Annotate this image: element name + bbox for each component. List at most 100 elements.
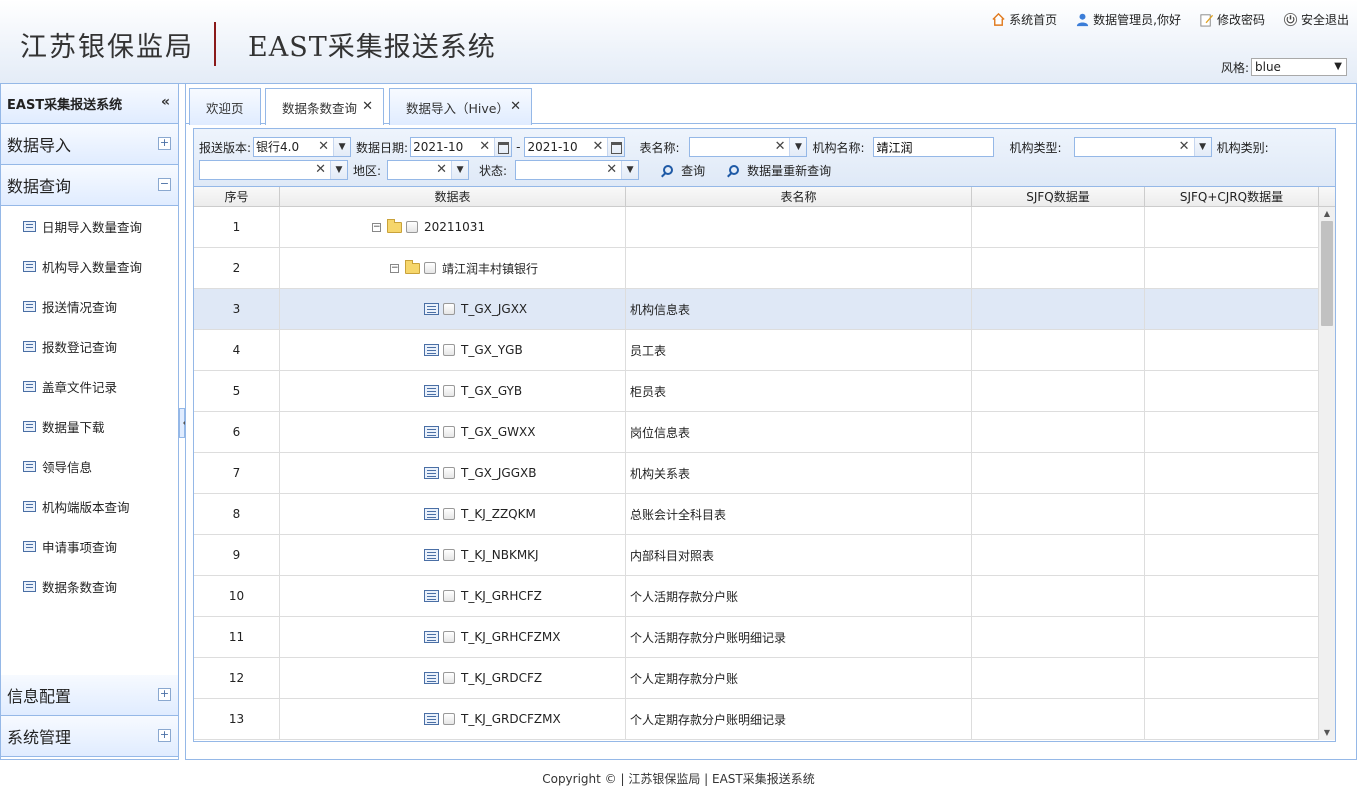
change-password-link[interactable]: 修改密码	[1199, 11, 1265, 28]
section-info-config[interactable]: 信息配置 +	[1, 675, 178, 716]
tree-node[interactable]: T_KJ_NBKMKJ	[424, 548, 539, 562]
row-checkbox[interactable]	[443, 385, 455, 397]
home-link[interactable]: 系统首页	[991, 11, 1057, 28]
collapse-icon[interactable]: −	[158, 178, 171, 191]
user-greeting[interactable]: 数据管理员,你好	[1075, 11, 1181, 28]
table-row[interactable]: 12 T_KJ_GRDCFZ 个人定期存款分户账	[194, 658, 1335, 699]
tree-collapse-icon[interactable]: −	[372, 222, 381, 232]
column-header-table-name[interactable]: 表名称	[626, 187, 972, 206]
tree-node[interactable]: T_GX_GWXX	[424, 425, 535, 439]
row-checkbox[interactable]	[443, 303, 455, 315]
menu-item-leader-info[interactable]: 领导信息	[1, 446, 178, 486]
tree-node[interactable]: T_KJ_GRDCFZ	[424, 671, 542, 685]
table-row[interactable]: 5 T_GX_GYB 柜员表	[194, 371, 1335, 412]
menu-item-report-status[interactable]: 报送情况查询	[1, 286, 178, 326]
tree-node[interactable]: T_KJ_ZZQKM	[424, 507, 536, 521]
chevron-down-icon[interactable]: ▼	[789, 138, 807, 156]
clear-icon[interactable]: ✕	[775, 138, 786, 156]
date-from-field[interactable]: 2021-10 ✕	[410, 137, 513, 157]
row-checkbox[interactable]	[443, 344, 455, 356]
table-row[interactable]: 8 T_KJ_ZZQKM 总账会计全科目表	[194, 494, 1335, 535]
chevron-down-icon[interactable]: ▼	[333, 138, 351, 156]
calendar-icon[interactable]	[494, 138, 512, 156]
row-checkbox[interactable]	[443, 631, 455, 643]
table-row[interactable]: 1 − 20211031	[194, 207, 1335, 248]
row-checkbox[interactable]	[443, 672, 455, 684]
clear-icon[interactable]: ✕	[606, 161, 617, 179]
row-checkbox[interactable]	[443, 508, 455, 520]
table-row[interactable]: 2 − 靖江润丰村镇银行	[194, 248, 1335, 289]
expand-icon[interactable]: +	[158, 137, 171, 150]
row-checkbox[interactable]	[406, 221, 418, 233]
calendar-icon[interactable]	[607, 138, 625, 156]
column-header-no[interactable]: 序号	[194, 187, 280, 206]
tree-node[interactable]: T_GX_JGXX	[424, 302, 527, 316]
menu-item-record-count[interactable]: 数据条数查询	[1, 566, 178, 606]
section-data-import[interactable]: 数据导入 +	[1, 124, 178, 165]
column-header-sjfq-cjrq[interactable]: SJFQ+CJRQ数据量	[1145, 187, 1319, 206]
style-select[interactable]: blue ▼	[1251, 58, 1347, 76]
status-select[interactable]: ✕ ▼	[515, 160, 640, 180]
row-checkbox[interactable]	[443, 426, 455, 438]
date-to-field[interactable]: 2021-10 ✕	[524, 137, 626, 157]
tab-welcome[interactable]: 欢迎页	[189, 88, 261, 125]
table-row[interactable]: 7 T_GX_JGGXB 机构关系表	[194, 453, 1335, 494]
row-checkbox[interactable]	[443, 590, 455, 602]
scroll-thumb[interactable]	[1321, 221, 1333, 326]
row-checkbox[interactable]	[443, 713, 455, 725]
clear-icon[interactable]: ✕	[1179, 138, 1190, 156]
chevron-down-icon[interactable]: ▼	[451, 161, 469, 179]
section-system-admin[interactable]: 系统管理 +	[1, 716, 178, 757]
menu-item-client-version[interactable]: 机构端版本查询	[1, 486, 178, 526]
menu-item-date-import-count[interactable]: 日期导入数量查询	[1, 206, 178, 246]
tree-node[interactable]: T_KJ_GRDCFZMX	[424, 712, 561, 726]
close-icon[interactable]: ✕	[510, 99, 521, 114]
vertical-scrollbar[interactable]: ▲ ▼	[1318, 207, 1335, 740]
table-row[interactable]: 6 T_GX_GWXX 岗位信息表	[194, 412, 1335, 453]
tree-node[interactable]: T_GX_YGB	[424, 343, 523, 357]
menu-item-report-registration[interactable]: 报数登记查询	[1, 326, 178, 366]
chevron-down-icon[interactable]: ▼	[1193, 138, 1211, 156]
region-select[interactable]: ✕ ▼	[387, 160, 470, 180]
table-row[interactable]: 11 T_KJ_GRHCFZMX 个人活期存款分户账明细记录	[194, 617, 1335, 658]
table-row[interactable]: 3 T_GX_JGXX 机构信息表	[194, 289, 1335, 330]
menu-item-stamped-files[interactable]: 盖章文件记录	[1, 366, 178, 406]
clear-icon[interactable]: ✕	[315, 161, 326, 179]
scroll-down-icon[interactable]: ▼	[1319, 726, 1335, 740]
clear-icon[interactable]: ✕	[436, 161, 447, 179]
org-type-select[interactable]: ✕ ▼	[1073, 137, 1212, 157]
collapse-sidebar-icon[interactable]: «	[161, 94, 170, 110]
expand-icon[interactable]: +	[158, 729, 171, 742]
menu-item-volume-download[interactable]: 数据量下载	[1, 406, 178, 446]
clear-icon[interactable]: ✕	[479, 138, 490, 156]
table-name-select[interactable]: ✕ ▼	[689, 137, 808, 157]
tree-node[interactable]: T_GX_JGGXB	[424, 466, 536, 480]
menu-item-org-import-count[interactable]: 机构导入数量查询	[1, 246, 178, 286]
tab-record-count[interactable]: 数据条数查询 ✕	[265, 88, 384, 125]
clear-icon[interactable]: ✕	[318, 138, 329, 156]
tree-node[interactable]: T_GX_GYB	[424, 384, 522, 398]
row-checkbox[interactable]	[443, 549, 455, 561]
org-category-select[interactable]: ✕ ▼	[199, 160, 348, 180]
requery-button[interactable]: 数据量重新查询	[729, 162, 831, 179]
chevron-down-icon[interactable]: ▼	[621, 161, 639, 179]
close-icon[interactable]: ✕	[362, 99, 373, 114]
query-button[interactable]: 查询	[663, 162, 705, 179]
tab-hive-import[interactable]: 数据导入（Hive） ✕	[389, 88, 532, 125]
scroll-up-icon[interactable]: ▲	[1319, 207, 1335, 221]
menu-item-application-query[interactable]: 申请事项查询	[1, 526, 178, 566]
table-row[interactable]: 4 T_GX_YGB 员工表	[194, 330, 1335, 371]
row-checkbox[interactable]	[443, 467, 455, 479]
tree-node[interactable]: − 靖江润丰村镇银行	[390, 259, 538, 277]
table-row[interactable]: 9 T_KJ_NBKMKJ 内部科目对照表	[194, 535, 1335, 576]
column-header-sjfq[interactable]: SJFQ数据量	[972, 187, 1145, 206]
table-row[interactable]: 10 T_KJ_GRHCFZ 个人活期存款分户账	[194, 576, 1335, 617]
tree-node[interactable]: − 20211031	[372, 218, 485, 234]
tree-node[interactable]: T_KJ_GRHCFZ	[424, 589, 542, 603]
section-data-query[interactable]: 数据查询 −	[1, 165, 178, 206]
clear-icon[interactable]: ✕	[593, 138, 604, 156]
org-name-input[interactable]	[872, 137, 994, 157]
tree-node[interactable]: T_KJ_GRHCFZMX	[424, 630, 560, 644]
row-checkbox[interactable]	[424, 262, 436, 274]
table-row[interactable]: 13 T_KJ_GRDCFZMX 个人定期存款分户账明细记录	[194, 699, 1335, 740]
